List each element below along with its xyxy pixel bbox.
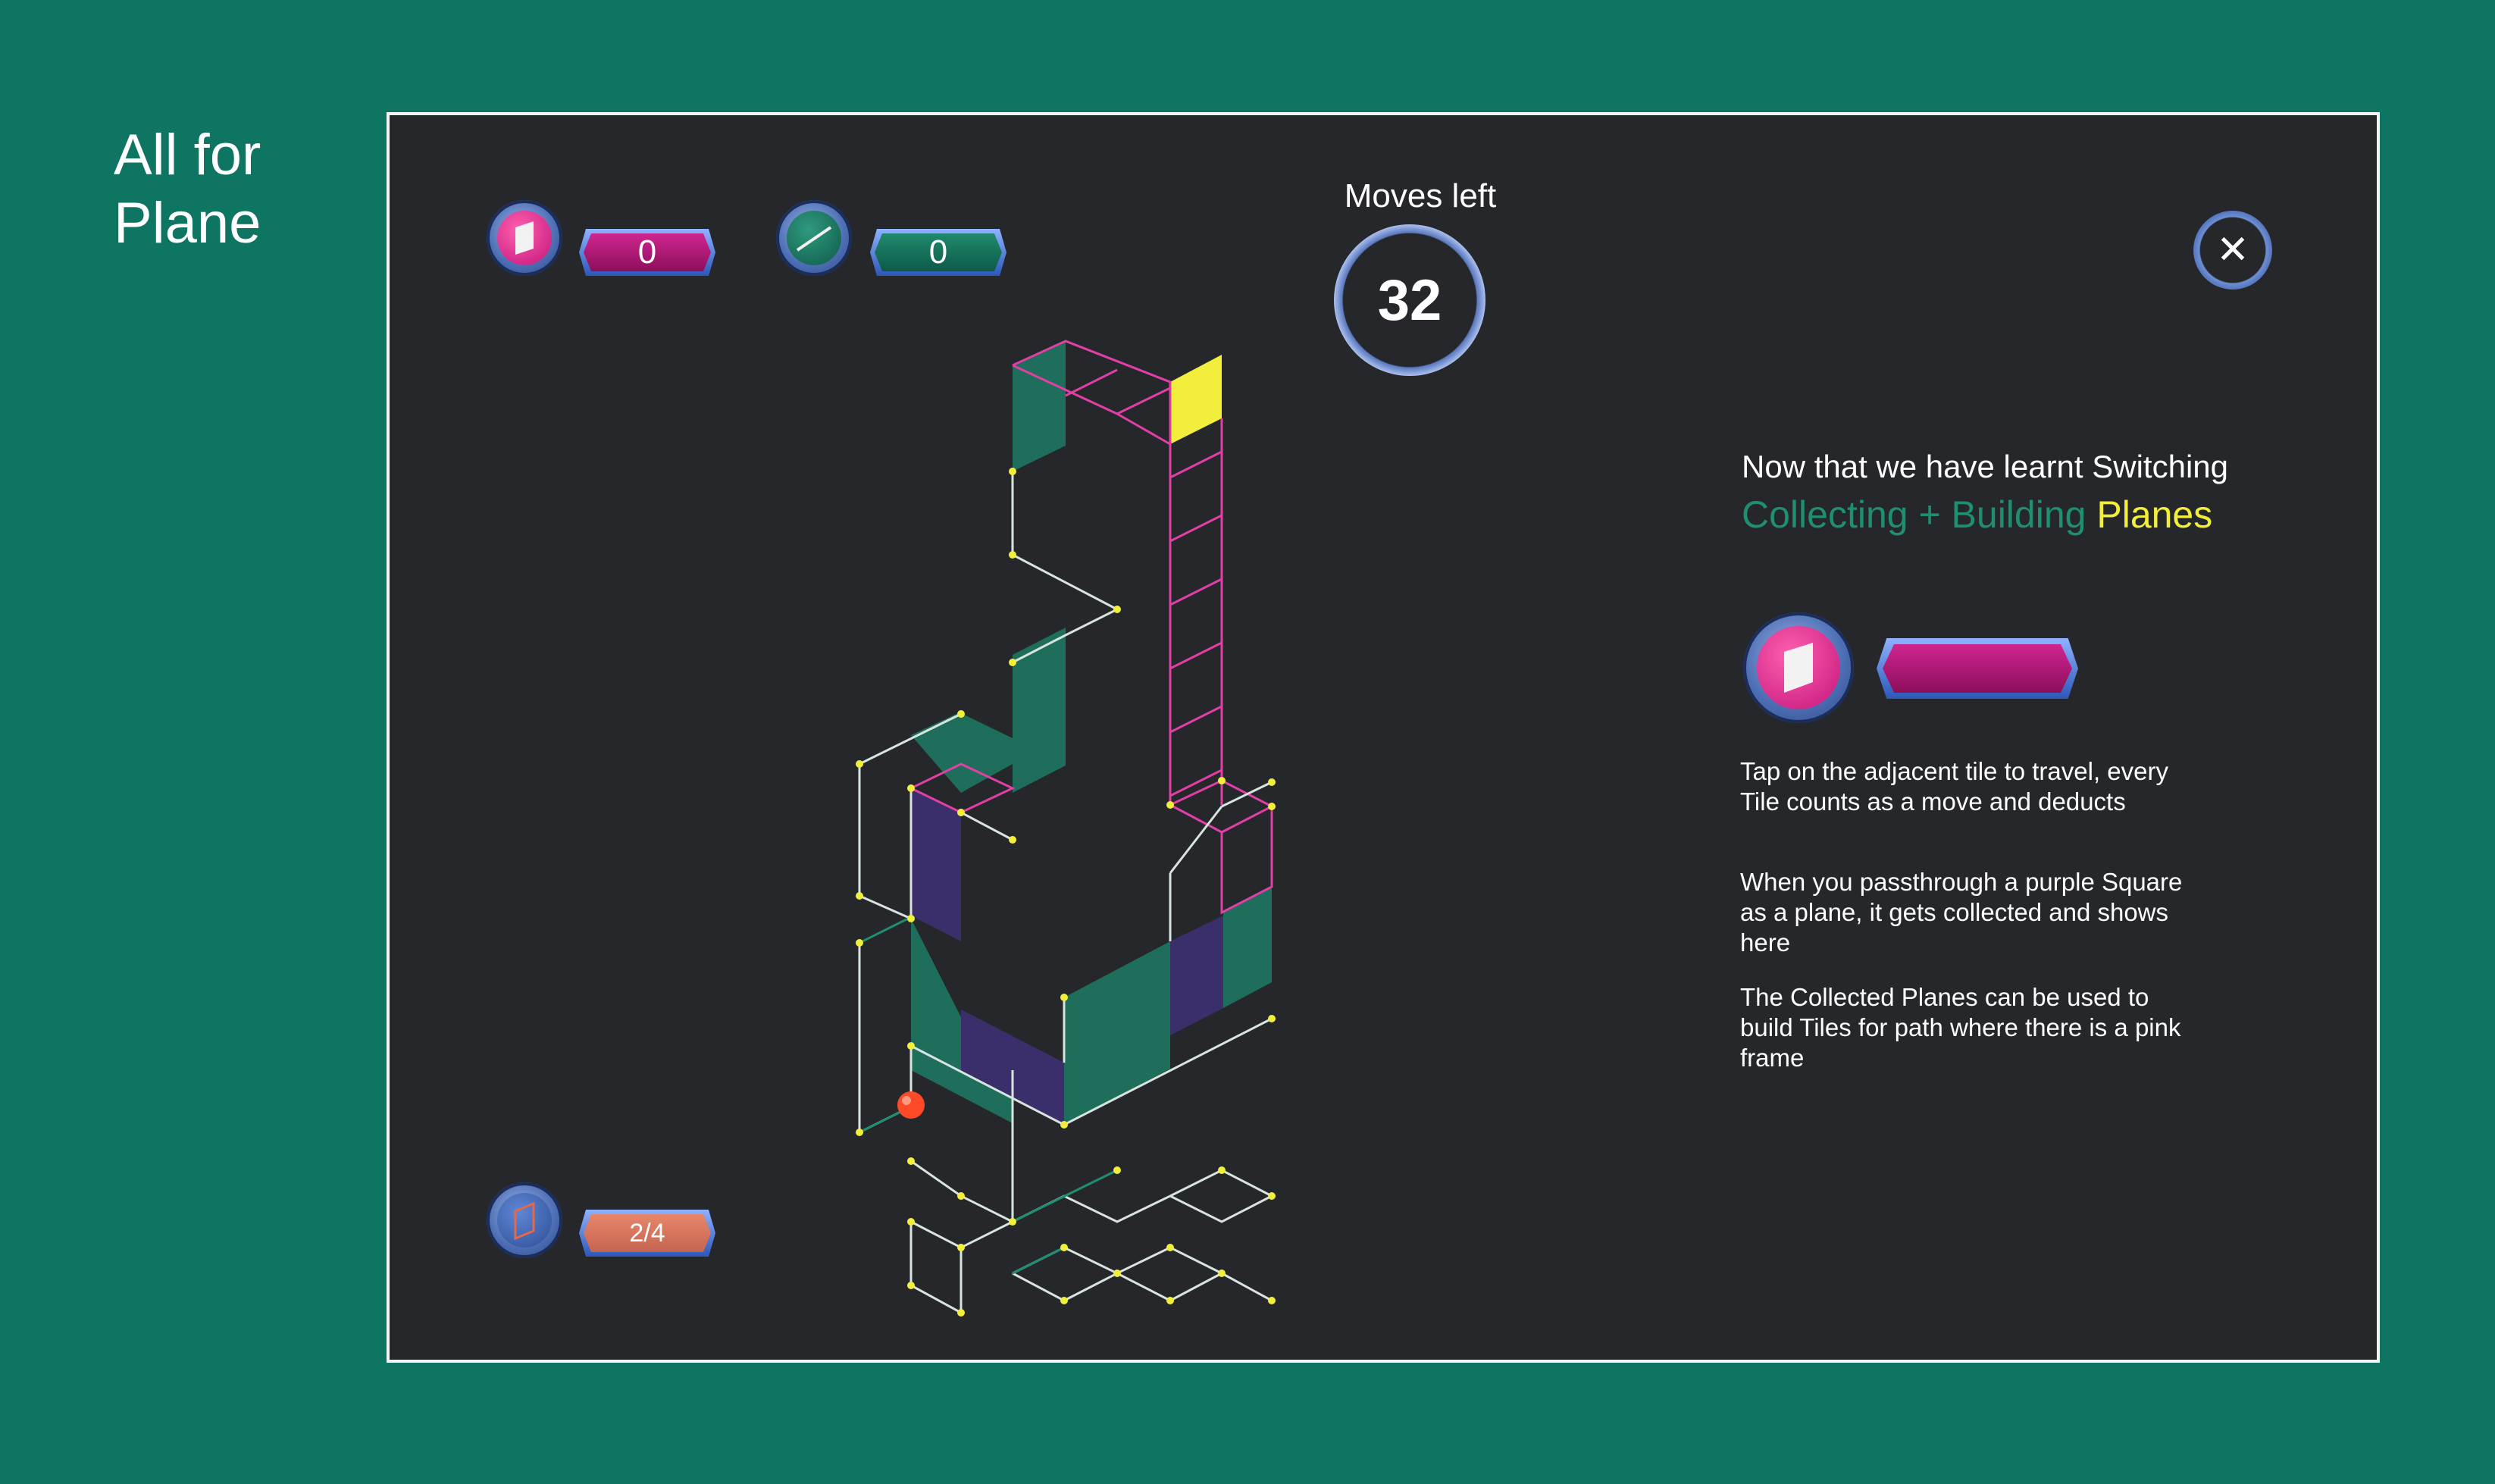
game-board-frame: 0 0 Moves left 32 ✕ 2/4 Now that we have… — [387, 112, 2380, 1363]
teal-plane-panel[interactable] — [1223, 887, 1272, 1008]
purple-plane-panel[interactable] — [1170, 916, 1223, 1035]
info-para-collect: When you passthrough a purple Square as … — [1740, 868, 2183, 956]
pink-frame-ladder[interactable] — [910, 340, 1275, 915]
example-plane-icon — [1757, 626, 1840, 709]
level-title: All for Plane — [114, 123, 261, 255]
example-plane-badge — [1743, 612, 1854, 723]
goal-tile[interactable] — [1170, 355, 1222, 444]
info-para-travel: Tap on the adjacent tile to travel, ever… — [1740, 757, 2168, 816]
info-panel: Now that we have learnt Switching Collec… — [1742, 444, 2318, 540]
info-line1: Now that we have learnt Switching — [1742, 449, 2228, 484]
info-line2-planes: Planes — [2096, 493, 2213, 536]
teal-plane-panel[interactable] — [1013, 628, 1066, 793]
purple-plane-panel[interactable] — [911, 788, 961, 941]
example-plane-bar — [1883, 644, 2072, 693]
isometric-board — [856, 340, 1276, 1317]
player-ball[interactable] — [897, 1091, 925, 1119]
player-ball-highlight — [902, 1096, 911, 1105]
info-para-build: The Collected Planes can be used to buil… — [1740, 983, 2181, 1072]
info-line2-collecting: Collecting + Building — [1742, 493, 2086, 536]
